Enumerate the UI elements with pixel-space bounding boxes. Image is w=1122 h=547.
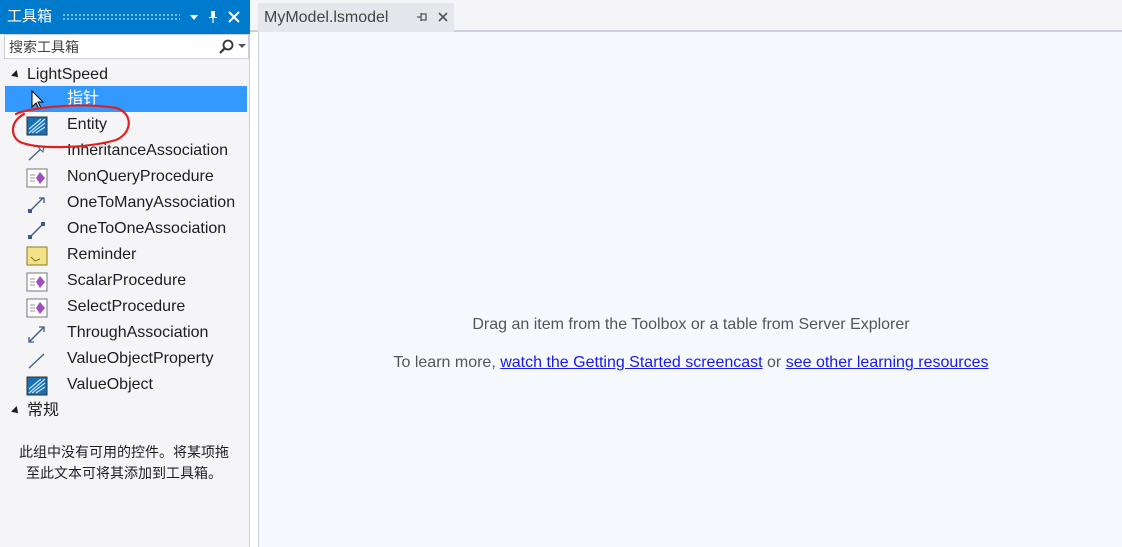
learn-middle: or xyxy=(762,354,786,371)
toolbox-item-nonquery-procedure[interactable]: NonQueryProcedure xyxy=(5,164,247,190)
toolbox-item-inheritance-association[interactable]: InheritanceAssociation xyxy=(5,138,247,164)
toolbox-item-label: Entity xyxy=(67,116,108,133)
document-tab-strip: MyModel.lsmodel xyxy=(250,0,1122,32)
toolbox-item-value-object[interactable]: ValueObject xyxy=(5,372,247,398)
toolbox-item-label: OneToManyAssociation xyxy=(67,194,236,211)
learn-prefix: To learn more, xyxy=(393,354,501,371)
empty-group-message: 此组中没有可用的控件。将某项拖至此文本可将其添加到工具箱。 xyxy=(19,444,229,481)
toolbox-item-label: 指针 xyxy=(67,90,100,107)
title-grip[interactable] xyxy=(62,13,180,21)
toolbox-item-label: SelectProcedure xyxy=(67,298,186,315)
collapse-arrow-icon[interactable] xyxy=(11,70,21,80)
close-icon[interactable] xyxy=(436,8,450,26)
entity-icon xyxy=(26,116,48,136)
through-association-icon xyxy=(26,324,48,344)
toolbox-item-label: ValueObject xyxy=(67,376,153,393)
toolbox-item-label: OneToOneAssociation xyxy=(67,220,227,237)
reminder-icon xyxy=(26,246,48,266)
learning-resources-link[interactable]: see other learning resources xyxy=(786,354,989,371)
procedure-icon xyxy=(26,298,48,318)
toolbox-item-scalar-procedure[interactable]: ScalarProcedure xyxy=(5,268,247,294)
getting-started-link[interactable]: watch the Getting Started screencast xyxy=(500,354,762,371)
toolbox-item-pointer[interactable]: 指针 xyxy=(5,86,247,112)
toolbox-item-one-to-one-association[interactable]: OneToOneAssociation xyxy=(5,216,247,242)
model-designer-canvas[interactable]: Drag an item from the Toolbox or a table… xyxy=(258,32,1122,547)
tab-mymodel[interactable]: MyModel.lsmodel xyxy=(258,3,454,32)
group-header-lightspeed[interactable]: LightSpeed xyxy=(0,64,250,86)
search-options-icon[interactable] xyxy=(238,44,246,48)
pin-icon[interactable] xyxy=(416,10,428,24)
procedure-icon xyxy=(26,168,48,188)
toolbox-item-label: NonQueryProcedure xyxy=(67,168,214,185)
learn-more-line: To learn more, watch the Getting Started… xyxy=(259,354,1122,372)
toolbox-item-one-to-many-association[interactable]: OneToManyAssociation xyxy=(5,190,247,216)
value-object-property-icon xyxy=(26,350,48,370)
tab-label: MyModel.lsmodel xyxy=(264,9,389,26)
group-header-general[interactable]: 常规 xyxy=(0,400,250,422)
toolbox-title-bar[interactable]: 工具箱 xyxy=(0,0,250,34)
one-to-one-icon xyxy=(26,220,48,240)
toolbox-item-label: ScalarProcedure xyxy=(67,272,187,289)
toolbox-title: 工具箱 xyxy=(7,8,53,25)
toolbox-item-label: Reminder xyxy=(67,246,137,263)
inheritance-association-icon xyxy=(26,142,48,162)
toolbox-item-reminder[interactable]: Reminder xyxy=(5,242,247,268)
toolbox-item-label: ThroughAssociation xyxy=(67,324,209,341)
toolbox-item-through-association[interactable]: ThroughAssociation xyxy=(5,320,247,346)
group-label: 常规 xyxy=(27,402,60,419)
pin-icon[interactable] xyxy=(205,9,221,25)
toolbox-item-label: ValueObjectProperty xyxy=(67,350,214,367)
toolbox-item-label: InheritanceAssociation xyxy=(67,142,228,159)
one-to-many-icon xyxy=(26,194,48,214)
dropdown-icon[interactable] xyxy=(186,9,202,25)
toolbox-search[interactable] xyxy=(4,34,249,59)
group-label: LightSpeed xyxy=(27,66,108,83)
drag-hint-text: Drag an item from the Toolbox or a table… xyxy=(472,316,910,333)
toolbox-item-select-procedure[interactable]: SelectProcedure xyxy=(5,294,247,320)
toolbox-panel: 工具箱 LightSpeed 指针 xyxy=(0,0,250,547)
collapse-arrow-icon[interactable] xyxy=(11,406,21,416)
pointer-icon xyxy=(26,89,48,110)
search-icon[interactable] xyxy=(217,38,235,56)
toolbox-item-entity[interactable]: Entity xyxy=(5,112,247,138)
toolbox-item-value-object-property[interactable]: ValueObjectProperty xyxy=(5,346,247,372)
entity-icon xyxy=(26,376,48,396)
procedure-icon xyxy=(26,272,48,292)
search-input[interactable] xyxy=(9,37,204,56)
close-icon[interactable] xyxy=(226,9,242,25)
